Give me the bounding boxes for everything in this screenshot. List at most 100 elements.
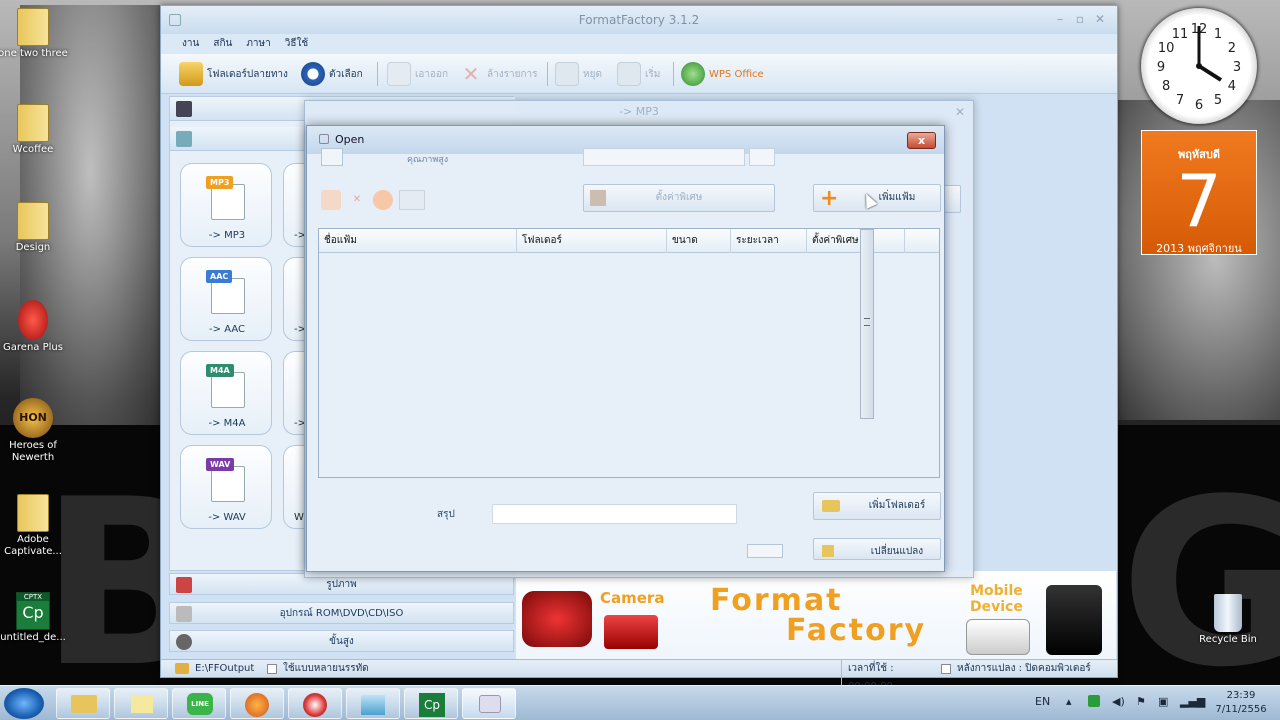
format-badge: MP3 <box>206 176 234 189</box>
firefox-icon <box>245 693 269 717</box>
output-input[interactable] <box>492 504 737 524</box>
tray-app-icon[interactable] <box>1088 695 1100 707</box>
cptx-badge: CPTX <box>17 593 49 602</box>
desktop-icon-untitled[interactable]: CPTX Cp untitled_de... <box>0 592 73 644</box>
desktop-icon-hon[interactable]: HON Heroes of Newerth <box>0 398 73 464</box>
output-path[interactable]: E:\FFOutput <box>195 660 254 678</box>
app-icon <box>169 14 181 26</box>
tray-device-icon[interactable]: ▣ <box>1158 695 1168 708</box>
output-label: สรุป <box>437 509 455 520</box>
output-folder-button[interactable]: โฟลเดอร์ปลายทาง <box>179 60 288 88</box>
output-setting-dropdown[interactable] <box>583 148 745 166</box>
taskbar-firefox[interactable] <box>230 688 284 719</box>
tray-clock[interactable]: 23:39 7/11/2556 <box>1206 689 1276 717</box>
minimize-icon[interactable]: – <box>1053 12 1067 26</box>
add-file-label: เพิ่มแฟ้ม <box>878 192 916 203</box>
clock-numeral: 7 <box>1176 93 1184 108</box>
settings-button-label: ตั้งค่าพิเศษ <box>655 192 703 203</box>
column-size[interactable]: ขนาด <box>667 229 731 253</box>
clock-gadget[interactable]: 121234567891011 <box>1141 8 1257 124</box>
clock-numeral: 9 <box>1157 60 1165 75</box>
wps-office-button[interactable]: WPS Office <box>681 60 764 88</box>
settings-button[interactable]: ตั้งค่าพิเศษ <box>583 184 775 212</box>
desktop-icon-captivate[interactable]: Adobe Captivate... <box>0 494 73 558</box>
scrollbar[interactable] <box>860 229 874 419</box>
volume-icon[interactable]: ◀) <box>1112 695 1125 708</box>
taskbar-explorer[interactable] <box>56 688 110 719</box>
category-advanced[interactable]: ขั้นสูง <box>169 630 514 652</box>
start-button[interactable] <box>4 688 44 719</box>
maximize-icon[interactable]: ▫ <box>1073 12 1087 26</box>
clear-list-button[interactable]: ✕ ล้างรายการ <box>459 60 538 88</box>
clock-numeral: 11 <box>1172 27 1189 42</box>
line-icon: LINE <box>187 693 213 715</box>
close-icon[interactable]: ✕ <box>1093 12 1107 26</box>
add-folder-label: เพิ่มโฟลเดอร์ <box>868 500 926 511</box>
remove-label: เอาออก <box>415 68 449 80</box>
window-title[interactable]: FormatFactory 3.1.2 <box>161 6 1117 34</box>
multithread-label: ใช้แบบหลายนรรทัด <box>283 663 369 674</box>
play-icon[interactable] <box>373 190 393 210</box>
info-icon[interactable] <box>399 190 425 210</box>
banner-mobile-text: Mobile <box>970 583 1023 599</box>
output-dropdown[interactable] <box>747 544 783 558</box>
add-file-button[interactable]: + เพิ่มแฟ้ม <box>813 184 941 212</box>
delete-icon[interactable]: ✕ <box>347 190 367 210</box>
column-settings[interactable]: ตั้งค่าพิเศษ <box>807 229 905 253</box>
format-tile-aac[interactable]: AAC -> AAC <box>180 257 272 341</box>
file-list[interactable]: ชื่อแฟ้ม โฟลเดอร์ ขนาด ระยะเวลา ตั้งค่าพ… <box>318 228 940 478</box>
after-convert-checkbox[interactable] <box>941 664 951 674</box>
music-note-icon <box>321 148 343 166</box>
taskbar-app-blue[interactable] <box>346 688 400 719</box>
format-tile-mp3[interactable]: MP3 -> MP3 <box>180 163 272 247</box>
taskbar-app-s[interactable] <box>288 688 342 719</box>
menu-help[interactable]: วิธีใช้ <box>278 34 315 54</box>
desktop-icon-label: Adobe Captivate... <box>4 534 62 557</box>
format-tile-wav[interactable]: WAV -> WAV <box>180 445 272 529</box>
desktop-icon-one-two-three[interactable]: one two three <box>0 8 73 60</box>
tray-flag-icon[interactable]: ⚑ <box>1136 695 1146 708</box>
start-button[interactable]: เริ่ม <box>617 60 660 88</box>
options-button[interactable]: ตัวเลือก <box>301 60 363 88</box>
convert-button[interactable]: เปลี่ยนแปลง <box>813 538 941 560</box>
clock-numeral: 10 <box>1158 41 1175 56</box>
add-folder-button[interactable]: เพิ่มโฟลเดอร์ <box>813 492 941 520</box>
category-rom[interactable]: อุปกรณ์ ROM\DVD\CD\ISO <box>169 602 514 624</box>
taskbar-formatfactory[interactable] <box>462 688 516 719</box>
desktop-icon-wcoffee[interactable]: Wcoffee <box>0 104 73 156</box>
taskbar-line[interactable]: LINE <box>172 688 226 719</box>
column-folder[interactable]: โฟลเดอร์ <box>517 229 667 253</box>
format-tile-m4a[interactable]: M4A -> M4A <box>180 351 272 435</box>
column-filename[interactable]: ชื่อแฟ้ม <box>319 229 517 253</box>
video-icon <box>176 101 192 117</box>
options-label: ตัวเลือก <box>329 68 363 80</box>
convert-icon <box>822 545 834 557</box>
tile-partial-label: W <box>294 512 304 523</box>
banner-device-text: Device <box>970 599 1023 615</box>
after-convert-label: หลังการแปลง : ปิดคอมพิวเตอร์ <box>957 663 1091 674</box>
multithread-checkbox[interactable] <box>267 664 277 674</box>
start-label: เริ่ม <box>645 68 661 80</box>
desktop-icon-recycle-bin[interactable]: Recycle Bin <box>1188 594 1268 646</box>
menu-skin[interactable]: สกิน <box>206 34 239 54</box>
menu-task[interactable]: งาน <box>175 34 206 54</box>
add-icon[interactable] <box>321 190 341 210</box>
column-duration[interactable]: ระยะเวลา <box>731 229 807 253</box>
menu-language[interactable]: ภาษา <box>239 34 277 54</box>
desktop-icon-design[interactable]: Design <box>0 202 73 254</box>
taskbar-captivate[interactable]: Cp <box>404 688 458 719</box>
close-icon[interactable]: ✕ <box>955 105 965 119</box>
language-indicator[interactable]: EN <box>1035 695 1050 708</box>
taskbar-notes[interactable] <box>114 688 168 719</box>
open-dialog[interactable]: Open x คุณภาพสูง ✕ ตั้งค่าพิเศษ + เพิ่มแฟ… <box>306 125 945 572</box>
output-setting-button[interactable] <box>749 148 775 166</box>
stop-button[interactable]: หยุด <box>555 60 602 88</box>
close-button[interactable]: x <box>907 132 936 149</box>
remove-button[interactable]: เอาออก <box>387 60 448 88</box>
network-icon[interactable]: ▂▄▆ <box>1180 695 1205 708</box>
desktop-icon-garena[interactable]: Garena Plus <box>0 300 73 354</box>
tray-expand-icon[interactable]: ▴ <box>1066 695 1072 708</box>
clock-numeral: 4 <box>1228 79 1236 94</box>
calendar-gadget[interactable]: พฤหัสบดี 7 2013 พฤศจิกายน <box>1141 130 1257 255</box>
folder-icon <box>71 695 97 713</box>
